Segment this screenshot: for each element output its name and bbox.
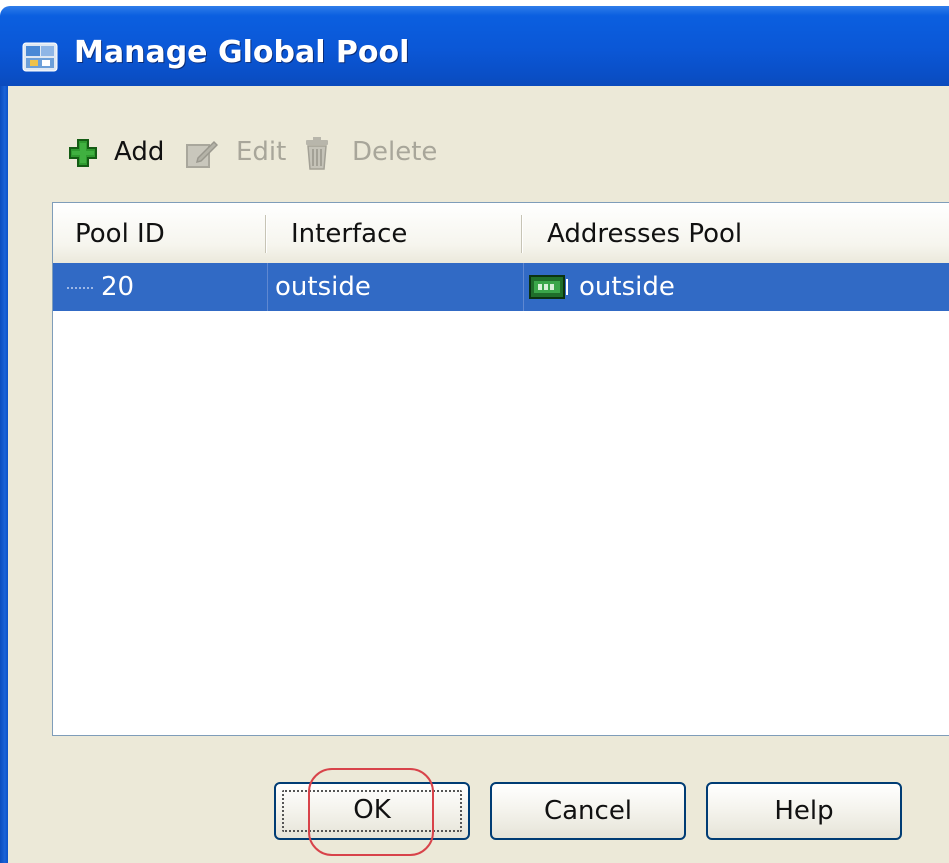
cancel-button[interactable]: Cancel: [490, 782, 686, 840]
manage-global-pool-dialog: Manage Global Pool Add Edit Delete Pool …: [0, 0, 949, 863]
table-row[interactable]: 20 outside outside: [53, 263, 949, 311]
ok-label: OK: [353, 795, 391, 825]
window-frame-left: [0, 86, 8, 863]
toolbar: Add Edit Delete: [66, 130, 486, 174]
column-divider[interactable]: [265, 215, 267, 253]
add-label: Add: [114, 137, 165, 167]
plus-icon: [69, 139, 97, 167]
dialog-title: Manage Global Pool: [74, 35, 410, 70]
cell-interface: outside: [275, 272, 371, 302]
cell-divider: [267, 263, 268, 311]
help-button[interactable]: Help: [706, 782, 902, 840]
column-header-addresses-pool[interactable]: Addresses Pool: [547, 203, 742, 263]
network-interface-icon: [529, 275, 568, 299]
global-pool-table[interactable]: Pool ID Interface Addresses Pool 20 outs…: [52, 202, 949, 736]
column-divider[interactable]: [521, 215, 523, 253]
trash-icon: [306, 137, 328, 170]
title-bar[interactable]: Manage Global Pool: [0, 6, 949, 86]
asdm-app-icon: [22, 42, 58, 72]
ok-button[interactable]: OK: [274, 782, 470, 840]
cell-pool-id: 20: [101, 272, 135, 302]
cell-addresses-pool: outside: [579, 272, 675, 302]
column-header-interface[interactable]: Interface: [291, 203, 407, 263]
delete-button[interactable]: Delete: [300, 130, 440, 174]
table-header: Pool ID Interface Addresses Pool: [53, 203, 949, 265]
cell-divider: [523, 263, 524, 311]
delete-label: Delete: [352, 137, 438, 167]
edit-icon: [186, 140, 218, 168]
edit-label: Edit: [236, 137, 287, 167]
column-header-pool-id[interactable]: Pool ID: [75, 203, 165, 263]
edit-button[interactable]: Edit: [184, 130, 287, 174]
add-button[interactable]: Add: [66, 130, 176, 174]
tree-connector: [67, 287, 93, 289]
